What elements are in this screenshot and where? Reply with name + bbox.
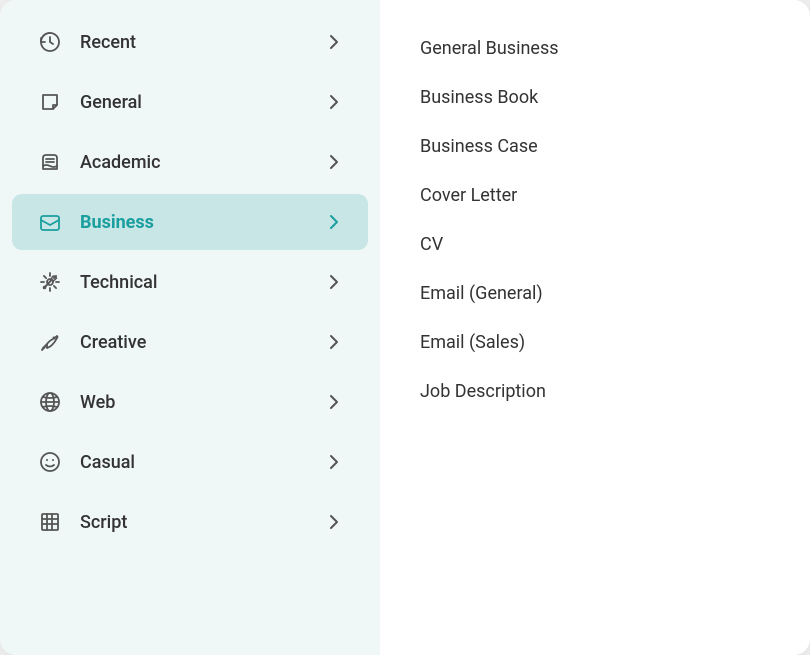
sidebar-item-general[interactable]: General bbox=[12, 74, 368, 130]
sidebar-item-academic-label: Academic bbox=[80, 152, 324, 173]
script-chevron bbox=[324, 514, 344, 530]
script-icon bbox=[36, 508, 64, 536]
content-item[interactable]: Email (Sales) bbox=[412, 318, 778, 367]
sidebar-item-business-label: Business bbox=[80, 212, 324, 233]
technical-icon bbox=[36, 268, 64, 296]
business-icon bbox=[36, 208, 64, 236]
sidebar-item-script[interactable]: Script bbox=[12, 494, 368, 550]
casual-chevron bbox=[324, 454, 344, 470]
sidebar-item-script-label: Script bbox=[80, 512, 324, 533]
casual-icon bbox=[36, 448, 64, 476]
general-chevron bbox=[324, 94, 344, 110]
general-icon bbox=[36, 88, 64, 116]
content-item[interactable]: Cover Letter bbox=[412, 171, 778, 220]
business-chevron bbox=[324, 214, 344, 230]
content-item[interactable]: General Business bbox=[412, 24, 778, 73]
content-item[interactable]: Business Book bbox=[412, 73, 778, 122]
sidebar-item-creative[interactable]: Creative bbox=[12, 314, 368, 370]
sidebar-item-business[interactable]: Business bbox=[12, 194, 368, 250]
content-item[interactable]: Job Description bbox=[412, 367, 778, 416]
technical-chevron bbox=[324, 274, 344, 290]
content-panel: General BusinessBusiness BookBusiness Ca… bbox=[380, 0, 810, 655]
web-chevron bbox=[324, 394, 344, 410]
sidebar-item-web[interactable]: Web bbox=[12, 374, 368, 430]
main-card: Recent General bbox=[0, 0, 810, 655]
content-item[interactable]: CV bbox=[412, 220, 778, 269]
sidebar-item-academic[interactable]: Academic bbox=[12, 134, 368, 190]
sidebar-item-recent[interactable]: Recent bbox=[12, 14, 368, 70]
academic-icon bbox=[36, 148, 64, 176]
sidebar-item-technical-label: Technical bbox=[80, 272, 324, 293]
sidebar-item-casual[interactable]: Casual bbox=[12, 434, 368, 490]
creative-icon bbox=[36, 328, 64, 356]
web-icon bbox=[36, 388, 64, 416]
recent-chevron bbox=[324, 34, 344, 50]
sidebar-item-casual-label: Casual bbox=[80, 452, 324, 473]
content-item[interactable]: Business Case bbox=[412, 122, 778, 171]
recent-icon bbox=[36, 28, 64, 56]
creative-chevron bbox=[324, 334, 344, 350]
sidebar-item-web-label: Web bbox=[80, 392, 324, 413]
sidebar-item-recent-label: Recent bbox=[80, 32, 324, 53]
sidebar-item-technical[interactable]: Technical bbox=[12, 254, 368, 310]
sidebar: Recent General bbox=[0, 0, 380, 655]
academic-chevron bbox=[324, 154, 344, 170]
sidebar-item-general-label: General bbox=[80, 92, 324, 113]
content-item[interactable]: Email (General) bbox=[412, 269, 778, 318]
sidebar-item-creative-label: Creative bbox=[80, 332, 324, 353]
